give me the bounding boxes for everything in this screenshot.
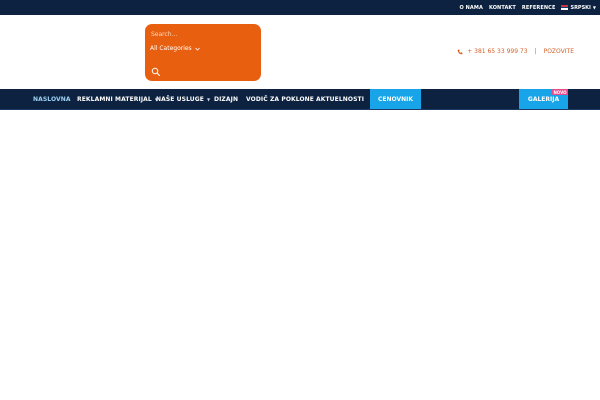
- nav-item-naslovna[interactable]: NASLOVNA: [33, 89, 71, 109]
- nav-item-vodic-za-poklone[interactable]: VODIČ ZA POKLONE: [246, 89, 314, 109]
- main-navigation: NASLOVNA REKLAMNI MATERIJAL ▼ NAŠE USLUG…: [0, 89, 600, 110]
- nav-label: NAŠE USLUGE: [156, 95, 204, 103]
- nav-item-cenovnik[interactable]: CENOVNIK: [370, 89, 421, 109]
- phone-number[interactable]: + 381 65 33 999 73: [467, 48, 527, 55]
- call-label[interactable]: POZOVITE: [544, 48, 574, 55]
- top-link-reference[interactable]: REFERENCE: [522, 5, 556, 11]
- language-switcher[interactable]: SRPSKI ▼: [561, 5, 596, 11]
- top-bar: O NAMA KONTAKT REFERENCE SRPSKI ▼: [0, 0, 600, 15]
- chevron-down-icon: ▼: [206, 96, 211, 102]
- nav-label: VODIČ ZA POKLONE: [246, 95, 315, 103]
- nav-label: DIZAJN: [214, 95, 239, 103]
- language-label: SRPSKI: [570, 4, 591, 11]
- chevron-down-icon: ▼: [592, 5, 596, 10]
- category-label: All Categories: [150, 45, 192, 52]
- chevron-down-icon: [194, 47, 200, 51]
- nav-item-nase-usluge[interactable]: NAŠE USLUGE ▼: [156, 89, 210, 109]
- nav-item-reklamni-materijal[interactable]: REKLAMNI MATERIJAL ▼: [77, 89, 158, 109]
- contact-separator: |: [534, 48, 537, 55]
- search-box: All Categories: [145, 24, 261, 81]
- top-link-o-nama[interactable]: O NAMA: [459, 5, 483, 11]
- nav-label: NASLOVNA: [33, 95, 71, 103]
- nav-item-aktuelnosti[interactable]: AKTUELNOSTI: [316, 89, 364, 109]
- top-links: O NAMA KONTAKT REFERENCE SRPSKI ▼: [459, 0, 596, 15]
- search-icon[interactable]: [151, 67, 161, 77]
- nav-label: REKLAMNI MATERIJAL: [77, 95, 152, 103]
- contact-info: + 381 65 33 999 73 | POZOVITE: [457, 48, 574, 55]
- serbia-flag-icon: [561, 5, 569, 11]
- nav-label: AKTUELNOSTI: [316, 95, 365, 103]
- phone-icon: [457, 49, 463, 54]
- top-link-kontakt[interactable]: KONTAKT: [489, 5, 516, 11]
- search-input[interactable]: [151, 28, 255, 40]
- category-select[interactable]: All Categories: [150, 45, 200, 52]
- nav-item-dizajn[interactable]: DIZAJN: [214, 89, 238, 109]
- novo-badge: NOVO: [552, 89, 568, 95]
